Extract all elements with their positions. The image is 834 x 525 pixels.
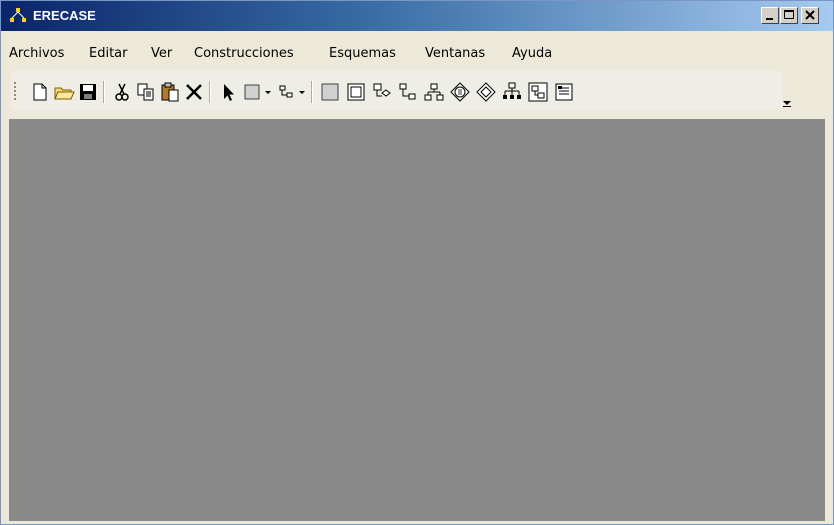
copy-button[interactable] xyxy=(135,81,157,103)
connector-dropdown-button[interactable] xyxy=(277,81,307,103)
isa-button[interactable] xyxy=(449,81,471,103)
hierarchy-icon xyxy=(424,83,444,101)
attribute-button[interactable] xyxy=(527,81,549,103)
menu-construcciones[interactable]: Construcciones xyxy=(194,46,294,61)
paste-icon xyxy=(161,82,179,102)
toolbar-separator xyxy=(103,81,105,103)
aggregation-icon xyxy=(503,82,521,99)
title-bar[interactable]: ERECASE xyxy=(1,1,833,31)
relationship-icon xyxy=(373,83,391,97)
menu-archivos[interactable]: Archivos xyxy=(9,46,64,61)
maximize-icon xyxy=(784,10,794,19)
toolbar-grip[interactable] xyxy=(14,82,16,100)
menu-editar[interactable]: Editar xyxy=(89,46,128,61)
pointer-icon xyxy=(224,84,234,101)
properties-button[interactable] xyxy=(553,81,575,103)
menu-ayuda[interactable]: Ayuda xyxy=(512,46,552,61)
paste-button[interactable] xyxy=(159,81,181,103)
weak-entity-button[interactable] xyxy=(345,81,367,103)
minimize-icon xyxy=(766,18,773,20)
delete-button[interactable] xyxy=(183,81,205,103)
new-document-icon xyxy=(33,83,47,101)
toolbar-separator xyxy=(209,81,211,103)
hierarchy-button[interactable] xyxy=(423,81,445,103)
entity-icon xyxy=(321,83,339,101)
toolbar-overflow-button[interactable] xyxy=(781,89,793,109)
copy-icon xyxy=(137,83,154,101)
attribute-icon xyxy=(528,82,548,102)
weak-entity-icon xyxy=(347,83,365,101)
aggregation-button[interactable] xyxy=(501,81,523,103)
entity-button[interactable] xyxy=(319,81,341,103)
save-icon xyxy=(80,84,96,100)
mdi-workspace[interactable] xyxy=(9,119,825,521)
properties-icon xyxy=(555,83,573,101)
weak-relationship-button[interactable] xyxy=(475,81,497,103)
menu-esquemas[interactable]: Esquemas xyxy=(329,46,396,61)
close-button[interactable] xyxy=(801,7,819,24)
app-logo-icon xyxy=(10,8,26,22)
menu-ventanas[interactable]: Ventanas xyxy=(425,46,485,61)
relationship-link-icon xyxy=(399,83,416,100)
new-button[interactable] xyxy=(29,81,51,103)
weak-relationship-icon xyxy=(476,82,496,102)
relation-shape-dropdown-icon xyxy=(279,85,305,98)
minimize-button[interactable] xyxy=(761,7,779,24)
toolbar-separator xyxy=(311,81,313,103)
isa-icon xyxy=(450,82,470,102)
app-window: ERECASE Archivos Editar Ver Construccion… xyxy=(0,0,834,525)
window-title: ERECASE xyxy=(33,8,96,23)
entity-shape-dropdown-icon xyxy=(244,84,271,100)
open-button[interactable] xyxy=(53,81,75,103)
open-folder-icon xyxy=(54,87,75,100)
cut-button[interactable] xyxy=(111,81,133,103)
chevron-down-icon xyxy=(783,101,791,107)
save-button[interactable] xyxy=(77,81,99,103)
shape-dropdown-button[interactable] xyxy=(243,81,273,103)
maximize-button[interactable] xyxy=(780,7,798,24)
menu-bar: Archivos Editar Ver Construcciones Esque… xyxy=(1,41,833,63)
select-tool-button[interactable] xyxy=(217,81,239,103)
close-icon xyxy=(805,10,815,20)
link-button[interactable] xyxy=(397,81,419,103)
relationship-button[interactable] xyxy=(371,81,393,103)
toolbar xyxy=(11,71,791,111)
delete-icon xyxy=(186,84,202,100)
cut-icon xyxy=(115,83,129,101)
menu-ver[interactable]: Ver xyxy=(151,46,172,61)
